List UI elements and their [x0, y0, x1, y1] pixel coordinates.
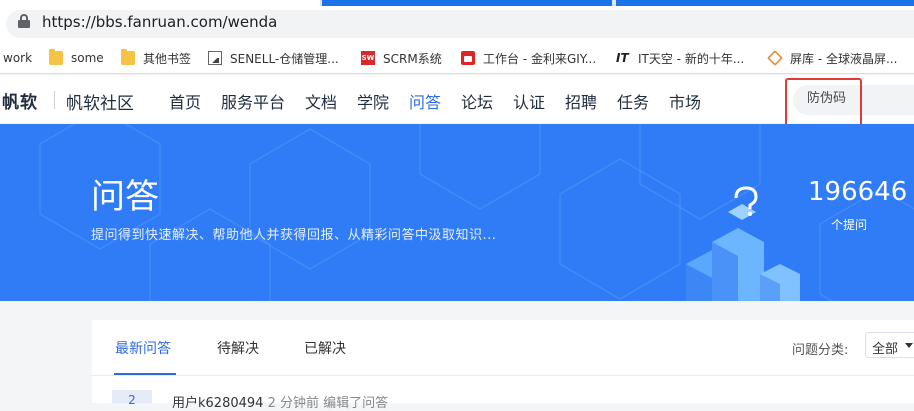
diamond-icon	[767, 50, 783, 66]
question-count-label: 个提问	[831, 218, 868, 232]
bookmark-label: IT天空 - 新的十年...	[638, 51, 745, 66]
nav-market[interactable]: 市场	[669, 89, 701, 113]
sw-icon: SW	[361, 51, 375, 65]
answer-count-badge: 2	[112, 390, 152, 407]
category-filter-select[interactable]: 全部	[865, 332, 914, 358]
banner-title: 问答	[91, 177, 159, 217]
nav-academy[interactable]: 学院	[357, 89, 389, 113]
image-icon	[208, 51, 222, 65]
tab-solved[interactable]: 已解决	[304, 338, 346, 358]
url-text[interactable]: https://bbs.fanruan.com/wenda	[42, 13, 277, 31]
nav-forum[interactable]: 论坛	[461, 89, 493, 113]
bookmark-label: 工作台 - 金利来GIY...	[483, 51, 597, 66]
bookmark-label: 屏库 - 全球液晶屏...	[790, 51, 898, 66]
list-item-meta: 2 分钟前 编辑了问答	[267, 396, 389, 411]
bookmark-label: work	[3, 51, 33, 65]
folder-icon	[49, 49, 63, 65]
folder-icon	[121, 49, 135, 65]
it-icon: IT	[616, 51, 629, 65]
nav-jobs[interactable]: 招聘	[565, 89, 597, 113]
tab-divider	[92, 375, 914, 376]
logo-divider	[54, 91, 55, 109]
bookmark-label: SCRM系统	[383, 51, 442, 66]
tab-latest[interactable]: 最新问答	[115, 338, 171, 358]
bookmark-label: 其他书签	[143, 51, 192, 66]
nav-tasks[interactable]: 任务	[617, 89, 649, 113]
site-logo[interactable]: 帆软	[2, 88, 38, 113]
thumbs-up-icon	[461, 51, 475, 65]
bookmark-workbench[interactable]: 工作台 - 金利来GIY...	[461, 42, 596, 74]
question-count: 196646	[808, 177, 908, 207]
site-header: 帆软 帆软社区 首页 服务平台 文档 学院 问答 论坛 认证 招聘 任务 市场	[0, 75, 914, 123]
nav-home[interactable]: 首页	[169, 89, 201, 113]
nav-qa[interactable]: 问答	[409, 89, 441, 113]
bookmarks-bar: work some 其他书签 SENELL-仓储管理... SW SCRM系统 …	[0, 42, 914, 74]
bookmark-label: SENELL-仓储管理...	[230, 51, 339, 66]
chevron-down-icon	[905, 343, 913, 348]
nav-service-platform[interactable]: 服务平台	[221, 89, 285, 113]
isometric-blocks-illustration	[686, 186, 800, 301]
lock-icon[interactable]	[18, 14, 30, 28]
bookmark-it-tiankong[interactable]: IT IT天空 - 新的十年...	[616, 42, 744, 74]
bookmark-pingku[interactable]: 屏库 - 全球液晶屏...	[767, 42, 898, 74]
bookmark-scrm[interactable]: SW SCRM系统	[361, 42, 442, 74]
tab-pending[interactable]: 待解决	[217, 338, 259, 358]
category-filter-value: 全部	[872, 342, 899, 357]
bookmark-other-bookmarks[interactable]: 其他书签	[121, 42, 191, 74]
qa-banner: 问答 提问得到快速解决、帮助他人并获得回报、从精彩问答中汲取知识... 1966…	[0, 124, 914, 301]
banner-subtitle: 提问得到快速解决、帮助他人并获得回报、从精彩问答中汲取知识...	[91, 228, 497, 243]
community-title[interactable]: 帆软社区	[66, 89, 134, 114]
bookmark-senell[interactable]: SENELL-仓储管理...	[208, 42, 339, 74]
list-item-user[interactable]: 用户k6280494	[172, 396, 263, 411]
nav-docs[interactable]: 文档	[305, 89, 337, 113]
qa-list-card: 最新问答 待解决 已解决 问题分类: 全部 2 用户k6280494 2 分钟前…	[92, 320, 914, 411]
bookmark-label: some	[71, 51, 104, 65]
bookmark-work[interactable]: work	[3, 42, 32, 74]
bookmark-some[interactable]: some	[49, 42, 104, 74]
nav-certification[interactable]: 认证	[513, 89, 545, 113]
category-filter-label: 问题分类:	[792, 343, 849, 358]
list-item[interactable]: 用户k6280494 2 分钟前 编辑了问答	[172, 392, 388, 411]
